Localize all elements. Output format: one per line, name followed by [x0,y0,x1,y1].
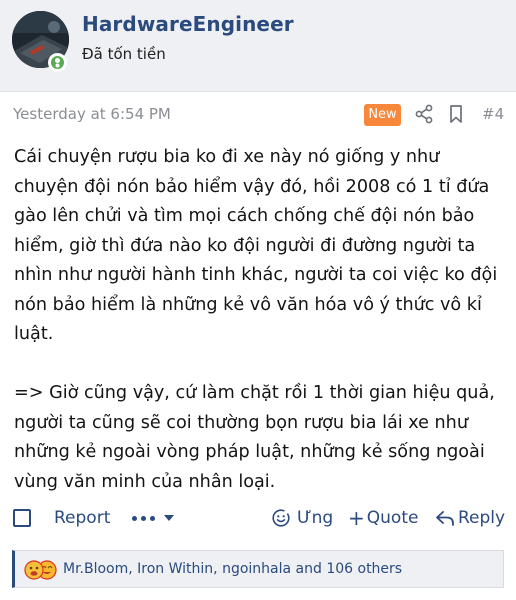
post-paragraph: => Giờ cũng vậy, cứ làm chặt rồi 1 thời … [14,383,495,492]
reactions-summary[interactable]: Mr.Bloom, Iron Within, ngoinhala and 106… [63,561,402,577]
reaction-emoji-icons [24,560,57,580]
post-actions: Report Ưng + Quote Reply [0,502,516,534]
share-icon[interactable] [414,104,434,124]
post-body: Cái chuyện rượu bia ko đi xe này nó giốn… [14,143,509,497]
quote-label: Quote [366,508,419,528]
post-number[interactable]: #4 [482,105,504,123]
reply-button[interactable]: Reply [435,502,505,534]
chevron-down-icon [164,515,174,521]
smile-icon [272,509,290,527]
react-button[interactable]: Ưng [271,502,333,534]
reply-label: Reply [458,508,506,528]
username[interactable]: HardwareEngineer [82,12,294,36]
post-meta: Yesterday at 6:54 PM New #4 [0,92,516,136]
react-label: Ưng [297,508,334,528]
more-options-button[interactable] [132,502,174,534]
reply-arrow-icon [436,511,454,526]
select-checkbox[interactable] [13,509,31,527]
bookmark-icon[interactable] [447,104,465,124]
report-button[interactable]: Report [54,502,110,534]
online-status-icon [48,53,67,72]
user-header: HardwareEngineer Đã tốn tiền [0,0,516,92]
reactions-bar[interactable]: Mr.Bloom, Iron Within, ngoinhala and 106… [12,550,504,588]
quote-button[interactable]: + Quote [348,502,418,534]
more-dots-icon [132,515,137,521]
new-badge: New [364,104,401,126]
plus-icon: + [348,506,365,530]
post-paragraph: Cái chuyện rượu bia ko đi xe này nó giốn… [14,147,498,344]
post-timestamp[interactable]: Yesterday at 6:54 PM [13,105,171,123]
user-title: Đã tốn tiền [82,45,166,63]
